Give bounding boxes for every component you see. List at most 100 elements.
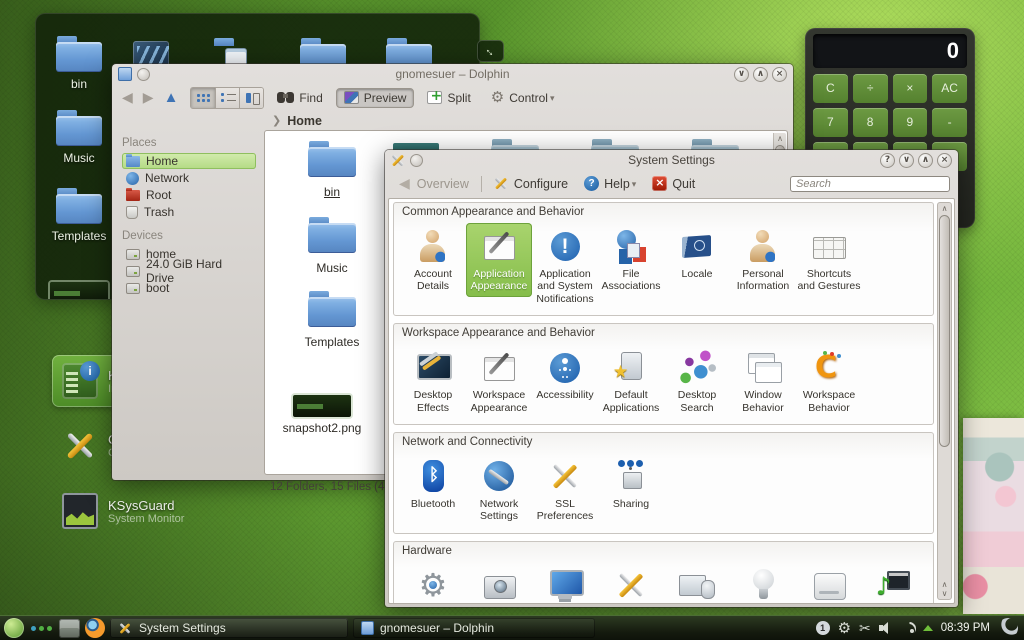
desktop-file-snapshot[interactable] [44, 282, 114, 300]
settings-item[interactable]: Display and Monit... [532, 562, 598, 604]
settings-item[interactable]: Personal Information [730, 223, 796, 297]
file-item-templates[interactable]: Templates [287, 291, 377, 349]
scrollbar-thumb[interactable] [939, 215, 950, 447]
help-menu-button[interactable]: ? Help ▾ [580, 174, 640, 193]
calc-key[interactable]: 7 [813, 108, 848, 137]
settings-item[interactable]: Desktop Search [664, 344, 730, 418]
settings-item[interactable]: File Associations [598, 223, 664, 297]
calc-key[interactable]: AC [932, 74, 967, 103]
maximize-button[interactable]: ∧ [753, 67, 768, 82]
calc-key[interactable]: 8 [853, 108, 888, 137]
settings-item[interactable]: Application and System Notifications [532, 223, 598, 309]
notification-badge[interactable]: 1 [816, 621, 830, 635]
settings-item[interactable]: Multimedia [862, 562, 928, 604]
desktop-folder-bin[interactable]: bin [44, 36, 114, 91]
settings-item[interactable]: Power Management [730, 562, 796, 604]
notification-icon [546, 228, 584, 266]
calc-key[interactable]: ÷ [853, 74, 888, 103]
titlebar-menu-button[interactable] [410, 154, 423, 167]
calc-key[interactable]: C [813, 74, 848, 103]
system-settings-titlebar[interactable]: System Settings ? ∨ ∧ × [385, 150, 958, 170]
desktop-pager[interactable] [59, 619, 80, 638]
settings-item[interactable]: Window Behavior [730, 344, 796, 418]
klipper-scissors-icon[interactable]: ✂ [859, 621, 871, 635]
device-item-hdd[interactable]: 24.0 GiB Hard Drive [122, 263, 256, 279]
calc-key[interactable]: × [893, 74, 928, 103]
firefox-icon[interactable] [85, 618, 105, 638]
settings-item[interactable]: Sharing [598, 453, 664, 514]
columns-view-button[interactable] [239, 88, 263, 108]
places-item-network[interactable]: Network [122, 170, 256, 186]
scroll-down-icon[interactable]: ∨ [938, 589, 951, 598]
calc-key[interactable]: - [932, 108, 967, 137]
places-item-trash[interactable]: Trash [122, 204, 256, 220]
titlebar-menu-button[interactable] [137, 68, 150, 81]
minimize-button[interactable]: ∨ [899, 153, 914, 168]
clock[interactable]: 08:39 PM [941, 622, 990, 634]
settings-item[interactable]: Desktop Effects [400, 344, 466, 418]
help-button[interactable]: ? [880, 153, 895, 168]
tray-gear-icon[interactable]: ⚙ [838, 621, 851, 636]
scroll-up-icon[interactable]: ∧ [938, 204, 951, 213]
settings-item[interactable]: Workspace Behavior [796, 344, 862, 418]
plasma-cashew-icon[interactable] [998, 618, 1018, 638]
file-item-music[interactable]: Music [287, 217, 377, 275]
settings-item[interactable]: Information Sources [598, 562, 664, 604]
quit-button[interactable]: × Quit [648, 174, 699, 193]
close-button[interactable]: × [937, 153, 952, 168]
app-launcher-icon[interactable] [4, 618, 24, 638]
settings-item[interactable]: Shortcuts and Gestures [796, 223, 862, 297]
search-input[interactable] [790, 176, 950, 192]
preview-button[interactable]: Preview [336, 88, 415, 108]
scroll-up-icon[interactable]: ∧ [938, 580, 951, 589]
settings-item[interactable]: Locale [664, 223, 730, 284]
desktop-folder-templates[interactable]: Templates [44, 188, 114, 243]
file-item-snapshot[interactable]: snapshot2.png [277, 395, 367, 435]
desktop-folder-music[interactable]: Music [44, 110, 114, 165]
places-item-root[interactable]: Root [122, 187, 256, 203]
dolphin-titlebar[interactable]: gnomesuer – Dolphin ∨ ∧ × [112, 64, 793, 84]
settings-item[interactable]: Input Devices [664, 562, 730, 604]
back-icon[interactable]: ◀ [120, 89, 135, 106]
forward-icon[interactable]: ▶ [141, 89, 156, 106]
close-button[interactable]: × [772, 67, 787, 82]
settings-item[interactable]: Network Settings [466, 453, 532, 527]
settings-item[interactable]: Application Appearance [466, 223, 532, 297]
activity-dots-icon[interactable] [29, 626, 54, 631]
settings-item[interactable]: SSL Preferences [532, 453, 598, 527]
settings-item[interactable]: Default Applications [598, 344, 664, 418]
scroll-up-icon[interactable]: ∧ [774, 134, 786, 143]
task-system-settings[interactable]: System Settings [110, 618, 348, 638]
calc-key[interactable]: 9 [893, 108, 928, 137]
breadcrumb-home[interactable]: Home [287, 114, 322, 128]
configure-button[interactable]: Configure [490, 174, 572, 193]
maximize-button[interactable]: ∧ [918, 153, 933, 168]
task-dolphin[interactable]: gnomesuer – Dolphin [353, 618, 595, 638]
places-item-home[interactable]: Home [122, 153, 256, 169]
details-view-button[interactable] [215, 88, 239, 108]
icons-view-button[interactable] [191, 88, 215, 108]
settings-item[interactable]: Bluetooth [400, 453, 466, 514]
minimize-button[interactable]: ∨ [734, 67, 749, 82]
places-item-label: Trash [144, 205, 174, 219]
tray-expand-icon[interactable] [923, 625, 933, 631]
settings-item[interactable]: Device Actions [400, 562, 466, 604]
photo-widget[interactable] [963, 418, 1024, 614]
settings-item[interactable]: Accessibility [532, 344, 598, 405]
split-button[interactable]: Split [420, 89, 477, 107]
breadcrumb[interactable]: ❯ Home [112, 111, 793, 130]
control-button[interactable]: ⚙ Control ▾ [484, 88, 562, 107]
network-icon[interactable] [901, 622, 915, 634]
settings-item[interactable]: Digital Camera [466, 562, 532, 604]
settings-scrollbar[interactable]: ∧ ∧ ∨ [937, 202, 952, 600]
find-button[interactable]: Find [270, 89, 329, 107]
volume-icon[interactable] [879, 622, 893, 634]
settings-item[interactable]: Removable Devices [796, 562, 862, 604]
settings-item[interactable]: Workspace Appearance [466, 344, 532, 418]
overview-button[interactable]: ◀ Overview [393, 173, 473, 194]
up-icon[interactable]: ▲ [162, 89, 181, 106]
widget-resize-handle[interactable]: ↔ [477, 40, 504, 62]
settings-item[interactable]: Account Details [400, 223, 466, 297]
desktop-folder-label: Music [44, 151, 114, 165]
file-item-bin[interactable]: bin [287, 141, 377, 199]
